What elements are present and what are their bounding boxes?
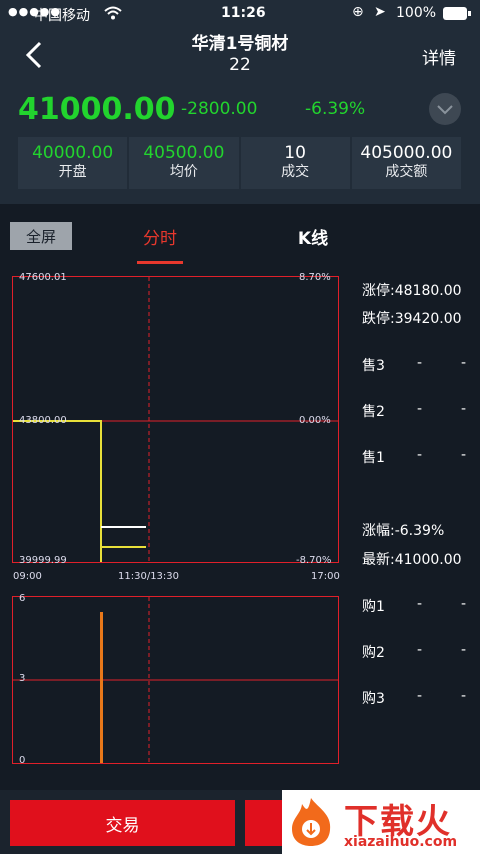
ask-2-price: - [417, 401, 423, 417]
stat-volume: 10 成交 [240, 137, 350, 189]
flame-logo-icon [292, 798, 331, 846]
bid-2-qty: - [461, 642, 467, 658]
current-price: 41000.00 [18, 92, 176, 127]
nav-bar: 华清1号铜材 22 详情 [0, 28, 480, 86]
bid-1-label: 购1 [362, 599, 385, 615]
trade-button[interactable]: 交易 [10, 800, 235, 846]
x-mid-label: 11:30/13:30 [118, 571, 180, 582]
tab-intraday[interactable]: 分时 [137, 224, 183, 264]
expand-chevron-icon[interactable] [428, 92, 462, 126]
orientation-lock-icon: ⊕ [352, 4, 364, 20]
x-start-label: 09:00 [13, 571, 42, 582]
fullscreen-button[interactable]: 全屏 [10, 222, 72, 250]
page-subtitle: 22 [229, 55, 251, 75]
volume-chart: 6 3 0 [12, 593, 339, 766]
stat-average: 40500.00 均价 [129, 137, 239, 189]
wifi-icon [104, 6, 122, 20]
price-line-tail [100, 539, 146, 548]
ask-1-label: 售1 [362, 450, 385, 466]
clock: 11:26 [221, 5, 266, 21]
volume-y3-label: 3 [19, 673, 26, 684]
ask-1-price: - [417, 447, 423, 463]
pct-top-label: 8.70% [299, 272, 331, 283]
intraday-chart: 47600.01 43800.00 39999.99 8.70% 0.00% -… [12, 272, 339, 566]
bid-2-price: - [417, 642, 423, 658]
y-bot-label: 39999.99 [19, 555, 67, 566]
latest-price: 最新:41000.00 [362, 552, 462, 568]
y-mid-label: 43800.00 [19, 415, 67, 426]
detail-link[interactable]: 详情 [422, 44, 456, 69]
bid-2-label: 购2 [362, 645, 385, 661]
volume-chart-plot [13, 597, 338, 763]
ask-2-qty: - [461, 401, 467, 417]
pct-bot-label: -8.70% [296, 555, 332, 566]
change-pct: 涨幅:-6.39% [362, 523, 445, 539]
price-line [13, 420, 102, 562]
bid-3-label: 购3 [362, 691, 385, 707]
x-end-label: 17:00 [311, 571, 340, 582]
tab-kline[interactable]: K线 [290, 224, 336, 249]
location-icon: ➤ [374, 4, 386, 20]
bid-1-price: - [417, 596, 423, 612]
y-top-label: 47600.01 [19, 272, 67, 283]
battery-icon [443, 7, 471, 20]
stat-turnover: 405000.00 成交额 [351, 137, 461, 189]
limit-down: 跌停:39420.00 [362, 311, 462, 327]
status-bar: ●●●●● 中国移动 11:26 ⊕ ➤ 100% [0, 0, 480, 28]
watermark: 下载火 xiazaihuo.com [282, 790, 480, 854]
battery-label: 100% [396, 5, 437, 21]
ask-3-label: 售3 [362, 358, 385, 374]
carrier-label: 中国移动 [34, 8, 90, 24]
volume-y6-label: 6 [19, 593, 26, 604]
stats-row: 40000.00 开盘 40500.00 均价 10 成交 405000.00 … [18, 137, 461, 189]
ask-3-qty: - [461, 355, 467, 371]
volume-bar [100, 612, 103, 763]
bid-3-qty: - [461, 688, 467, 704]
back-chevron-icon[interactable] [24, 40, 44, 70]
bid-3-price: - [417, 688, 423, 704]
pct-mid-label: 0.00% [299, 415, 331, 426]
ask-2-label: 售2 [362, 404, 385, 420]
stat-open: 40000.00 开盘 [18, 137, 128, 189]
page-title: 华清1号铜材 [191, 34, 289, 54]
volume-y0-label: 0 [19, 755, 26, 766]
price-change-pct: -6.39% [305, 99, 366, 119]
price-change: -2800.00 [181, 99, 258, 119]
ask-3-price: - [417, 355, 423, 371]
watermark-url: xiazaihuo.com [344, 834, 458, 850]
ask-1-qty: - [461, 447, 467, 463]
bid-1-qty: - [461, 596, 467, 612]
limit-up: 涨停:48180.00 [362, 283, 462, 299]
